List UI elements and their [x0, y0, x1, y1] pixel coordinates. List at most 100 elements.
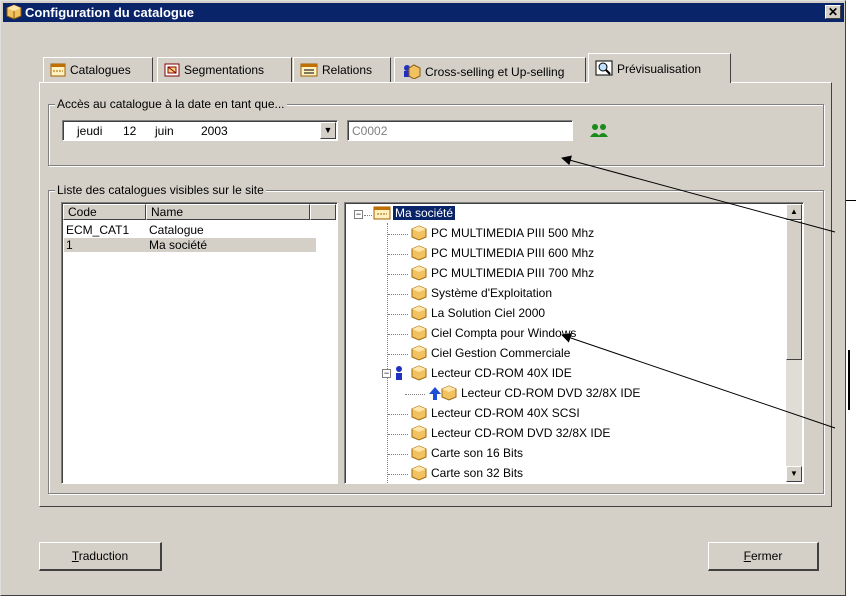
tab-segmentations[interactable]: Segmentations: [157, 57, 292, 82]
tree-line: [388, 234, 408, 235]
product-cube-icon: [411, 305, 427, 324]
product-cube-icon: [411, 405, 427, 424]
window-close-button[interactable]: ✕: [825, 5, 841, 19]
date-month: juin: [155, 124, 174, 138]
close-label: ermer: [751, 549, 783, 563]
column-header-filler: [310, 204, 336, 220]
scroll-thumb[interactable]: [786, 220, 802, 360]
edge-mark: [848, 350, 850, 410]
date-year: 2003: [201, 124, 228, 138]
tree-item-label: Lecteur CD-ROM 40X SCSI: [431, 406, 580, 420]
row-name: Ma société: [149, 238, 208, 252]
table-row[interactable]: ECM_CAT1 Catalogue: [64, 223, 316, 237]
tree-item-label: La Solution Ciel 2000: [431, 306, 546, 320]
tab-cross-selling[interactable]: Cross-selling et Up-selling: [394, 57, 586, 82]
catalog-icon: [50, 63, 66, 80]
tree-item-label: Carte son 16 Bits: [431, 446, 524, 460]
table-row-selected[interactable]: 1 Ma société: [64, 238, 316, 252]
product-cube-icon: [411, 445, 427, 464]
catalog-list-legend: Liste des catalogues visibles sur le sit…: [55, 183, 266, 197]
tree-item-label: Lecteur CD-ROM DVD 32/8X IDE: [431, 426, 611, 440]
product-cube-icon: [411, 365, 427, 384]
tree-item-label: PC MULTIMEDIA PIII 500 Mhz: [431, 226, 595, 240]
tree-line: [388, 434, 408, 435]
catalog-tree[interactable]: − Ma société PC MULTIMEDIA PIII 500 Mhz …: [344, 202, 804, 484]
close-accel: F: [743, 549, 751, 563]
tree-item-label: Système d'Exploitation: [431, 286, 553, 300]
product-cube-icon: [411, 225, 427, 244]
window-title: Configuration du catalogue: [25, 5, 194, 20]
tab-catalogues-label: Catalogues: [70, 63, 131, 77]
tree-item-label: Ciel Gestion Commerciale: [431, 346, 571, 360]
app-cube-icon: [6, 4, 22, 23]
translate-label: raduction: [78, 549, 129, 563]
date-dropdown-button[interactable]: ▼: [320, 122, 336, 139]
row-name: Catalogue: [149, 223, 204, 237]
tree-root-label: Ma société: [393, 206, 456, 220]
tab-catalogues[interactable]: Catalogues: [43, 57, 153, 82]
item-collapse-icon[interactable]: −: [382, 369, 391, 378]
tree-item-label: Lecteur CD-ROM DVD 32/8X IDE: [461, 386, 641, 400]
tree-line: [388, 474, 408, 475]
translate-accel: T: [71, 549, 79, 563]
access-groupbox: Accès au catalogue à la date en tant que…: [48, 97, 824, 166]
tree-scrollbar[interactable]: ▲ ▼: [786, 204, 802, 482]
tree-item-label: PC MULTIMEDIA PIII 600 Mhz: [431, 246, 595, 260]
tree-line: [388, 314, 408, 315]
date-day: 12: [123, 124, 137, 138]
tree-item-label: PC MULTIMEDIA PIII 700 Mhz: [431, 266, 595, 280]
catalog-list[interactable]: Code Name ECM_CAT1 Catalogue 1 Ma sociét…: [61, 202, 338, 484]
tab-segmentations-label: Segmentations: [184, 63, 265, 77]
relations-icon: [300, 63, 318, 80]
tree-line: [388, 254, 408, 255]
product-cube-icon: [411, 465, 427, 483]
tab-previsualisation[interactable]: Prévisualisation: [588, 53, 731, 83]
tree-line: [388, 334, 408, 335]
catalog-list-groupbox: Liste des catalogues visibles sur le sit…: [48, 183, 824, 494]
access-legend: Accès au catalogue à la date en tant que…: [55, 97, 287, 111]
row-code: ECM_CAT1: [66, 223, 130, 237]
edge-mark: [846, 200, 856, 201]
tree-item-label: Lecteur CD-ROM 40X IDE: [431, 366, 572, 380]
root-collapse-icon[interactable]: −: [354, 210, 363, 219]
row-code: 1: [66, 238, 73, 252]
tree-item-label: Ciel Compta pour Windows: [431, 326, 577, 340]
customer-code-field[interactable]: C0002: [347, 120, 573, 141]
preview-tab-panel: Accès au catalogue à la date en tant que…: [39, 82, 832, 507]
preview-icon: [595, 60, 613, 79]
product-cube-icon: [411, 325, 427, 344]
tree-line: [364, 215, 372, 216]
tree-line: [388, 294, 408, 295]
cross-sell-person-icon: [393, 365, 411, 384]
tree-line: [388, 354, 408, 355]
segmentation-icon: [164, 63, 180, 80]
product-cube-icon: [411, 425, 427, 444]
translate-button[interactable]: Traduction: [39, 542, 162, 571]
column-header-name[interactable]: Name: [146, 204, 310, 220]
date-picker[interactable]: jeudi 12 juin 2003 ▼: [62, 120, 338, 141]
tab-previsualisation-label: Prévisualisation: [617, 62, 702, 76]
configuration-window: Configuration du catalogue ✕ Catalogues …: [0, 0, 846, 596]
tree-line: [388, 454, 408, 455]
tree-item-label: Carte son 32 Bits: [431, 466, 524, 480]
customer-code-value: C0002: [352, 124, 388, 138]
column-header-code[interactable]: Code: [63, 204, 146, 220]
cross-selling-icon: [401, 63, 421, 82]
tab-relations[interactable]: Relations: [293, 57, 391, 82]
catalog-icon: [373, 206, 391, 223]
tree-line: [405, 394, 425, 395]
tree-line: [388, 274, 408, 275]
tree-line: [388, 414, 408, 415]
date-day-name: jeudi: [77, 124, 103, 138]
scroll-up-button[interactable]: ▲: [786, 204, 802, 220]
tab-relations-label: Relations: [322, 63, 373, 77]
scroll-down-button[interactable]: ▼: [786, 466, 802, 482]
product-cube-icon: [411, 345, 427, 364]
product-cube-icon: [441, 385, 457, 404]
title-bar[interactable]: Configuration du catalogue ✕: [3, 3, 844, 22]
product-cube-icon: [411, 265, 427, 284]
close-button[interactable]: Fermer: [708, 542, 819, 571]
product-cube-icon: [411, 285, 427, 304]
users-icon[interactable]: [589, 123, 609, 142]
tab-cross-selling-label: Cross-selling et Up-selling: [425, 65, 565, 79]
